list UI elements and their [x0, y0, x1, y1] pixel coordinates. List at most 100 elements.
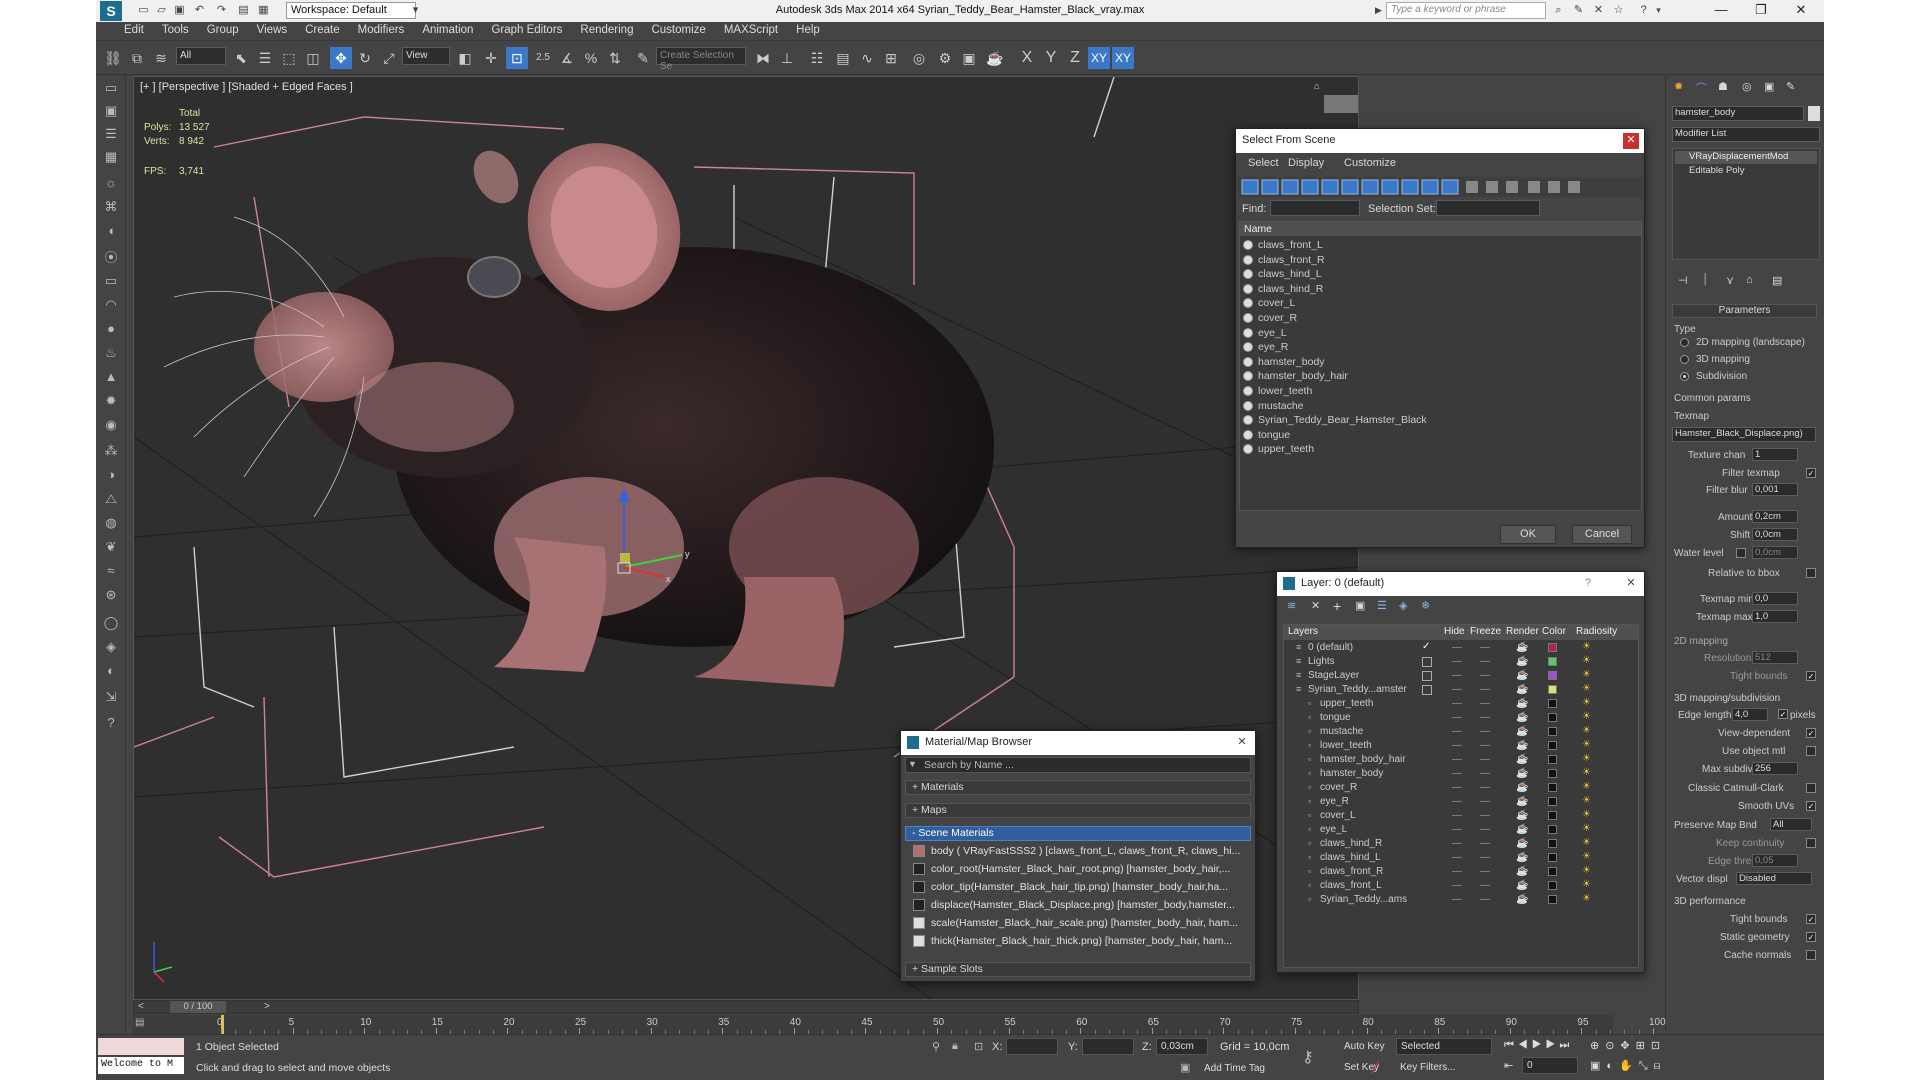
cancel-button[interactable]: Cancel	[1572, 525, 1632, 544]
hide-toggle[interactable]: —	[1452, 754, 1462, 765]
layer-row[interactable]: ▫ claws_front_L — — ☕ ☀	[1284, 879, 1638, 893]
viewcube[interactable]	[1324, 95, 1359, 113]
layer-color-swatch[interactable]	[1548, 727, 1557, 736]
remove-modifier-icon[interactable]: ⌂	[1746, 274, 1753, 286]
selection-filter-dropdown[interactable]: All	[176, 47, 226, 65]
chevron-down-icon[interactable]: ▼	[908, 759, 917, 769]
layer-column-render[interactable]: Render	[1506, 626, 1539, 637]
scene-material-item[interactable]: thick(Hamster_Black_hair_thick.png) [ham…	[913, 933, 1251, 949]
keep-continuity-checkbox[interactable]	[1806, 838, 1816, 848]
layer-row[interactable]: ≡ Syrian_Teddy...amster — — ☕ ☀	[1284, 683, 1638, 697]
layer-row[interactable]: ▫ claws_hind_L — — ☕ ☀	[1284, 851, 1638, 865]
radiosity-icon[interactable]: ☀	[1582, 683, 1591, 694]
hide-toggle[interactable]: —	[1452, 656, 1462, 667]
pixels-checkbox[interactable]: ✓	[1778, 709, 1788, 719]
freeze-toggle[interactable]: —	[1480, 698, 1490, 709]
binoculars-icon[interactable]: ⌕	[1551, 3, 1566, 18]
audio-icon[interactable]: ◖	[100, 223, 122, 243]
export-icon[interactable]: ⇲	[100, 689, 122, 709]
render-toggle-icon[interactable]: ☕	[1516, 838, 1528, 849]
current-layer-toggle[interactable]	[1422, 685, 1432, 695]
radio-subdivision[interactable]	[1680, 372, 1689, 381]
ok-button[interactable]: OK	[1500, 525, 1556, 544]
render-setup-icon[interactable]: ⚙	[934, 47, 956, 69]
time-tag-icon[interactable]: ▣	[1180, 1061, 1190, 1074]
hide-toggle[interactable]: —	[1452, 852, 1462, 863]
render-toggle-icon[interactable]: ☕	[1516, 824, 1528, 835]
show-end-result-icon[interactable]: ⏐	[1702, 274, 1708, 287]
add-time-tag-button[interactable]: Add Time Tag	[1204, 1063, 1265, 1074]
scene-object-row[interactable]: mustache	[1240, 399, 1641, 414]
layer-color-swatch[interactable]	[1548, 797, 1557, 806]
radio-3d-mapping[interactable]	[1680, 355, 1689, 364]
scene-material-item[interactable]: scale(Hamster_Black_hair_scale.png) [ham…	[913, 915, 1251, 931]
schematic-view-icon[interactable]: ⊞	[880, 47, 902, 69]
particles-icon[interactable]: ⁂	[100, 443, 122, 463]
bind-space-warp-icon[interactable]: ≋	[150, 47, 172, 69]
scene-object-row[interactable]: lower_teeth	[1240, 384, 1641, 399]
scene-object-row[interactable]: tongue	[1240, 428, 1641, 443]
key-icon[interactable]: ⚷	[1302, 1047, 1314, 1067]
amount-spinner[interactable]: 0,2cm	[1752, 510, 1798, 523]
radiosity-icon[interactable]: ☀	[1582, 809, 1591, 820]
freeze-toggle[interactable]: —	[1480, 712, 1490, 723]
rectangular-selection-icon[interactable]: ⬚	[278, 47, 300, 69]
render-toggle-icon[interactable]: ☕	[1516, 894, 1528, 905]
hide-toggle[interactable]: —	[1452, 880, 1462, 891]
freeze-toggle[interactable]: —	[1480, 782, 1490, 793]
radiosity-icon[interactable]: ☀	[1582, 753, 1591, 764]
freeze-toggle[interactable]: —	[1480, 670, 1490, 681]
align-icon[interactable]: ⊥	[776, 47, 798, 69]
select-object-icon[interactable]: ⬉	[230, 47, 252, 69]
scene-object-row[interactable]: claws_front_L	[1240, 238, 1641, 253]
layer-column-hide[interactable]: Hide	[1444, 626, 1465, 637]
freeze-toggle[interactable]: —	[1480, 866, 1490, 877]
close-icon[interactable]: ✕	[1623, 576, 1639, 592]
object-color-swatch[interactable]	[1808, 106, 1820, 121]
layer-row[interactable]: ▫ cover_L — — ☕ ☀	[1284, 809, 1638, 823]
time-next-icon[interactable]: >	[264, 1001, 270, 1012]
layer-row[interactable]: ▫ tongue — — ☕ ☀	[1284, 711, 1638, 725]
layer-row[interactable]: ▫ eye_L — — ☕ ☀	[1284, 823, 1638, 837]
render-toggle-icon[interactable]: ☕	[1516, 880, 1528, 891]
axis-x-button[interactable]: X	[1016, 47, 1038, 69]
layer-color-swatch[interactable]	[1548, 657, 1557, 666]
freeze-toggle[interactable]: —	[1480, 642, 1490, 653]
layer-column-freeze[interactable]: Freeze	[1470, 626, 1501, 637]
freeze-toggle[interactable]: —	[1480, 768, 1490, 779]
keyboard-shortcut-override-icon[interactable]: ⊡	[506, 47, 528, 69]
render-toggle-icon[interactable]: ☕	[1516, 754, 1528, 765]
layer-color-swatch[interactable]	[1548, 755, 1557, 764]
viewport-navigation-controls-2[interactable]: ▣◐✋⤡⊟	[1590, 1059, 1720, 1073]
menu-create[interactable]: Create	[296, 22, 349, 36]
menu-views[interactable]: Views	[248, 22, 296, 36]
layer-color-swatch[interactable]	[1548, 839, 1557, 848]
layer-row[interactable]: ▫ mustache — — ☕ ☀	[1284, 725, 1638, 739]
hide-toggle[interactable]: —	[1452, 824, 1462, 835]
water-level-spinner[interactable]: 0,0cm	[1752, 546, 1798, 559]
select-and-rotate-icon[interactable]: ↻	[354, 47, 376, 69]
utilities-tab-icon[interactable]: ✎	[1786, 80, 1795, 93]
layer-color-swatch[interactable]	[1548, 825, 1557, 834]
display-tab-icon[interactable]: ▣	[1764, 80, 1774, 93]
hide-toggle[interactable]: —	[1452, 768, 1462, 779]
classic-catmull-checkbox[interactable]	[1806, 783, 1816, 793]
hide-toggle[interactable]: —	[1452, 670, 1462, 681]
key-filters-button[interactable]: Key Filters...	[1400, 1062, 1456, 1073]
layer-row[interactable]: ▫ claws_hind_R — — ☕ ☀	[1284, 837, 1638, 851]
layer-row[interactable]: ≡ StageLayer — — ☕ ☀	[1284, 669, 1638, 683]
snaps-toggle-icon[interactable]: 2.5	[532, 47, 554, 69]
sphere-light-icon[interactable]: ◉	[100, 417, 122, 437]
fog-icon[interactable]: ◐	[100, 663, 122, 683]
perf-tight-bounds-checkbox[interactable]: ✓	[1806, 914, 1816, 924]
vray-sphere-icon[interactable]: ◯	[100, 615, 122, 635]
scene-object-row[interactable]: claws_front_R	[1240, 253, 1641, 268]
hair-icon[interactable]: ≈	[100, 563, 122, 583]
reference-coordinate-dropdown[interactable]: View	[402, 47, 450, 65]
menu-rendering[interactable]: Rendering	[571, 22, 642, 36]
delete-icon[interactable]: ✕	[1311, 599, 1320, 612]
max-subdivs-spinner[interactable]: 256	[1752, 762, 1798, 775]
radiosity-icon[interactable]: ☀	[1582, 795, 1591, 806]
freeze-toggle[interactable]: —	[1480, 726, 1490, 737]
water-level-checkbox[interactable]	[1736, 548, 1746, 558]
